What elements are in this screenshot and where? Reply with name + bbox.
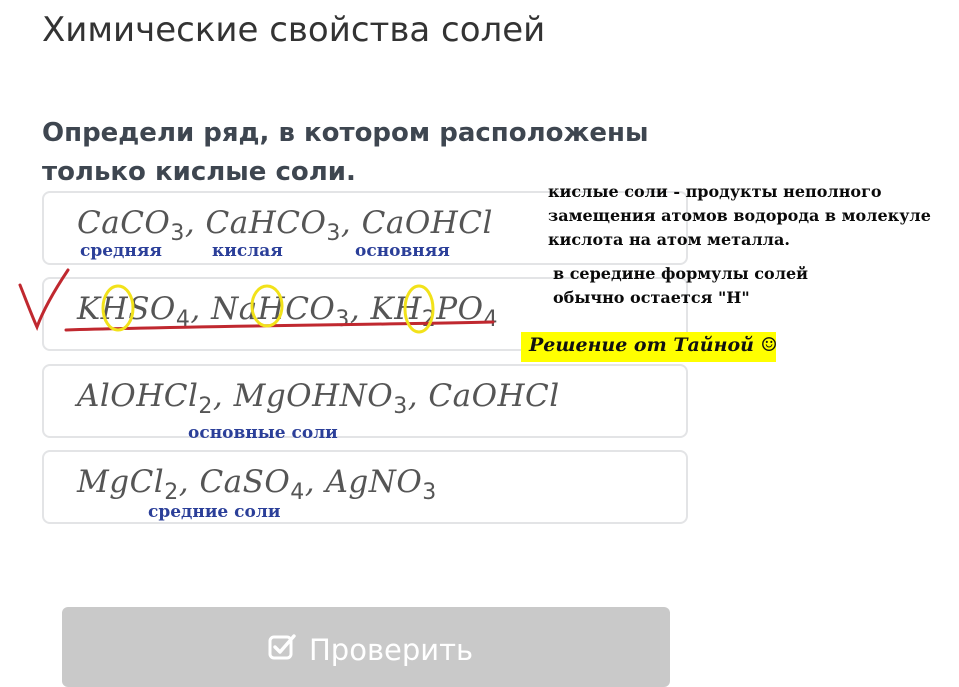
formula-text: AlOHCl <box>77 378 199 414</box>
check-button[interactable]: Проверить <box>62 607 670 687</box>
formula-text: , CaSO <box>178 464 291 500</box>
formula-subscript: 4 <box>290 480 305 505</box>
hint-medium-salts: средние соли <box>148 502 281 522</box>
formula-subscript: 2 <box>421 307 437 332</box>
definition-line-1: кислые соли - продукты неполного <box>548 182 882 201</box>
formula-subscript: 3 <box>326 221 341 246</box>
option-formula: CaCO3, CaHCO3, CaOHCl <box>77 205 493 246</box>
definition-line-2: замещения атомов водорода в молекуле <box>548 206 931 225</box>
hint-basic-salt: основняя <box>355 241 450 261</box>
formula-text: , CaOHCl <box>340 205 493 241</box>
formula-text: , CaOHCl <box>407 378 560 414</box>
page-title: Химические свойства солей <box>42 10 546 50</box>
formula-text: , NaHCO <box>190 291 336 327</box>
answer-option-3[interactable]: AlOHCl2, MgOHNO3, CaOHCl <box>42 364 688 438</box>
formula-text: MgCl <box>77 464 165 500</box>
formula-text: KHSO <box>77 291 176 327</box>
checkbox-check-icon <box>267 632 297 666</box>
formula-subscript: 3 <box>393 394 408 419</box>
question-line-1: Определи ряд, в котором расположены <box>42 118 649 148</box>
option-formula: AlOHCl2, MgOHNO3, CaOHCl <box>77 378 560 419</box>
tip-line-1: в середине формулы солей <box>553 264 809 283</box>
formula-subscript: 4 <box>483 307 499 332</box>
formula-subscript: 3 <box>335 307 350 332</box>
formula-text: , MgOHNO <box>212 378 394 414</box>
definition-note: кислые соли - продукты неполного замещен… <box>548 180 931 252</box>
check-button-label: Проверить <box>309 633 474 667</box>
formula-text: PO <box>436 291 484 327</box>
hint-basic-salts: основные соли <box>188 423 338 443</box>
formula-subscript: 2 <box>198 394 213 419</box>
formula-subscript: 4 <box>175 307 191 332</box>
option-formula: MgCl2, CaSO4, AgNO3 <box>77 464 437 505</box>
tip-note: в середине формулы солей обычно остается… <box>553 262 808 310</box>
formula-text: CaCO <box>77 205 171 241</box>
formula-text: , CaHCO <box>184 205 327 241</box>
tip-line-2: обычно остается "Н" <box>553 288 750 307</box>
formula-subscript: 3 <box>170 221 185 246</box>
option-formula: KHSO4, NaHCO3, KH2PO4 <box>77 291 498 332</box>
answer-option-4[interactable]: MgCl2, CaSO4, AgNO3 <box>42 450 688 524</box>
hint-medium-salt: средняя <box>80 241 162 261</box>
formula-text: , KH <box>349 291 422 327</box>
formula-text: , AgNO <box>304 464 423 500</box>
formula-subscript: 3 <box>422 480 437 505</box>
definition-line-3: кислота на атом металла. <box>548 230 790 249</box>
hint-acid-salt: кислая <box>212 241 283 261</box>
author-banner: Решение от Тайной ☺ <box>521 332 778 362</box>
